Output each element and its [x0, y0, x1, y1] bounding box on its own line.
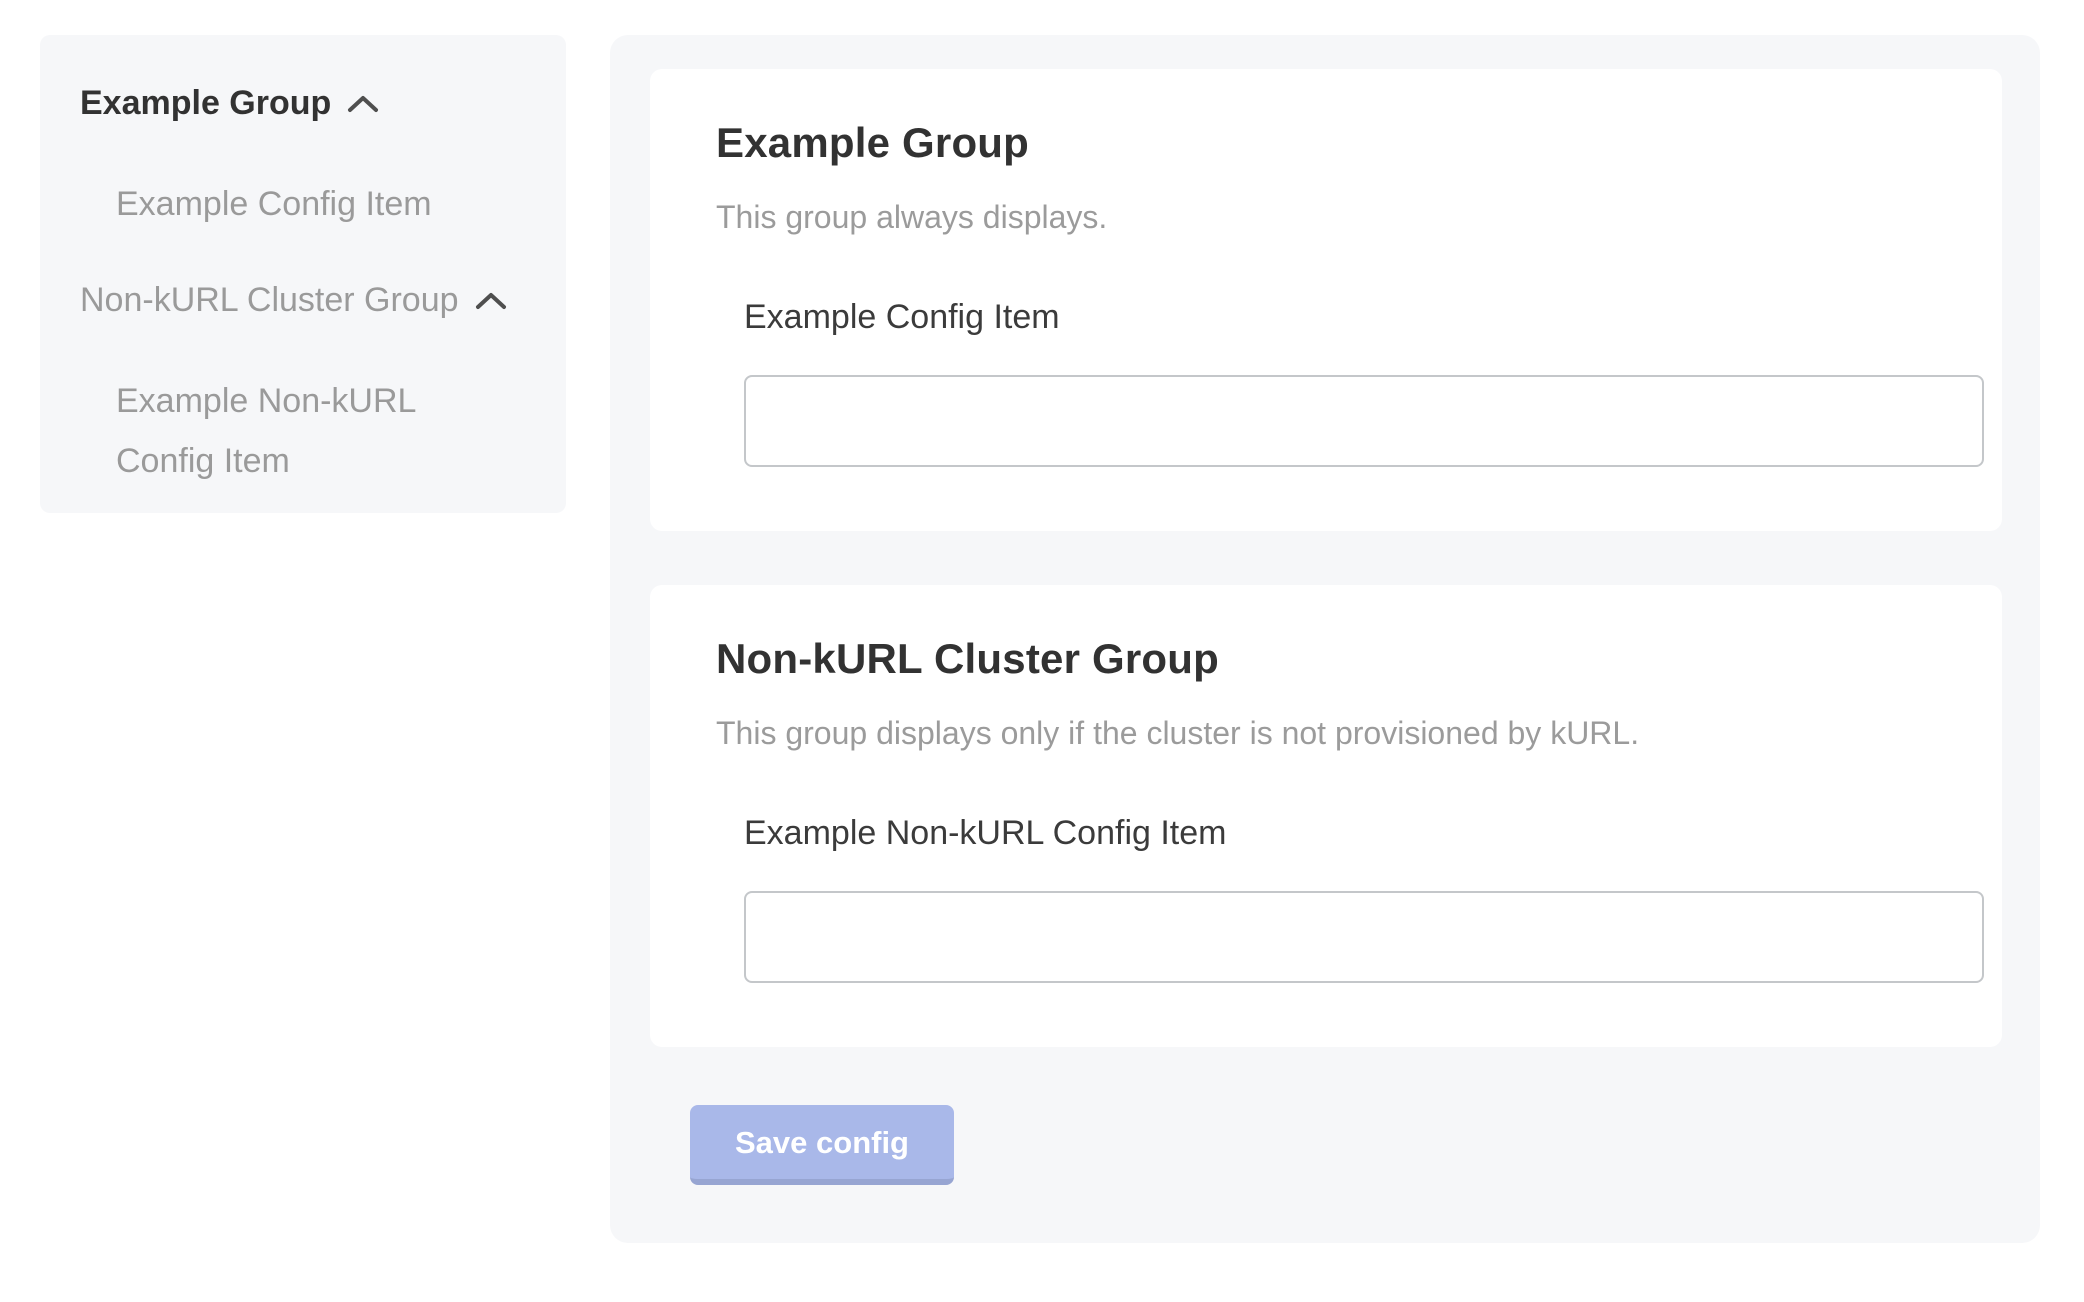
group-title: Non-kURL Cluster Group	[716, 635, 1936, 683]
config-page: Example Group Example Config Item Non-kU…	[0, 0, 2084, 1302]
chevron-up-icon	[475, 280, 507, 321]
save-config-button[interactable]: Save config	[690, 1105, 954, 1185]
sidebar-group-example-group[interactable]: Example Group	[80, 83, 526, 124]
sidebar-group-label: Non-kURL Cluster Group	[80, 280, 459, 321]
config-item-label: Example Config Item	[744, 298, 1936, 337]
chevron-up-icon	[347, 83, 379, 124]
group-title: Example Group	[716, 119, 1936, 167]
sidebar-item-example-config-item[interactable]: Example Config Item	[116, 174, 468, 234]
config-main-panel: Example Group This group always displays…	[610, 35, 2040, 1243]
config-group-card-example-group: Example Group This group always displays…	[650, 69, 2002, 531]
config-item-label: Example Non-kURL Config Item	[744, 814, 1936, 853]
sidebar-group-non-kurl-cluster-group[interactable]: Non-kURL Cluster Group	[80, 280, 526, 321]
example-non-kurl-config-item-input[interactable]	[744, 891, 1984, 983]
group-description: This group displays only if the cluster …	[716, 715, 1936, 752]
group-description: This group always displays.	[716, 199, 1936, 236]
sidebar-group-label: Example Group	[80, 83, 331, 124]
sidebar-item-example-non-kurl-config-item[interactable]: Example Non-kURL Config Item	[116, 371, 468, 491]
config-sidebar: Example Group Example Config Item Non-kU…	[40, 35, 566, 513]
config-group-card-non-kurl-cluster-group: Non-kURL Cluster Group This group displa…	[650, 585, 2002, 1047]
example-config-item-input[interactable]	[744, 375, 1984, 467]
